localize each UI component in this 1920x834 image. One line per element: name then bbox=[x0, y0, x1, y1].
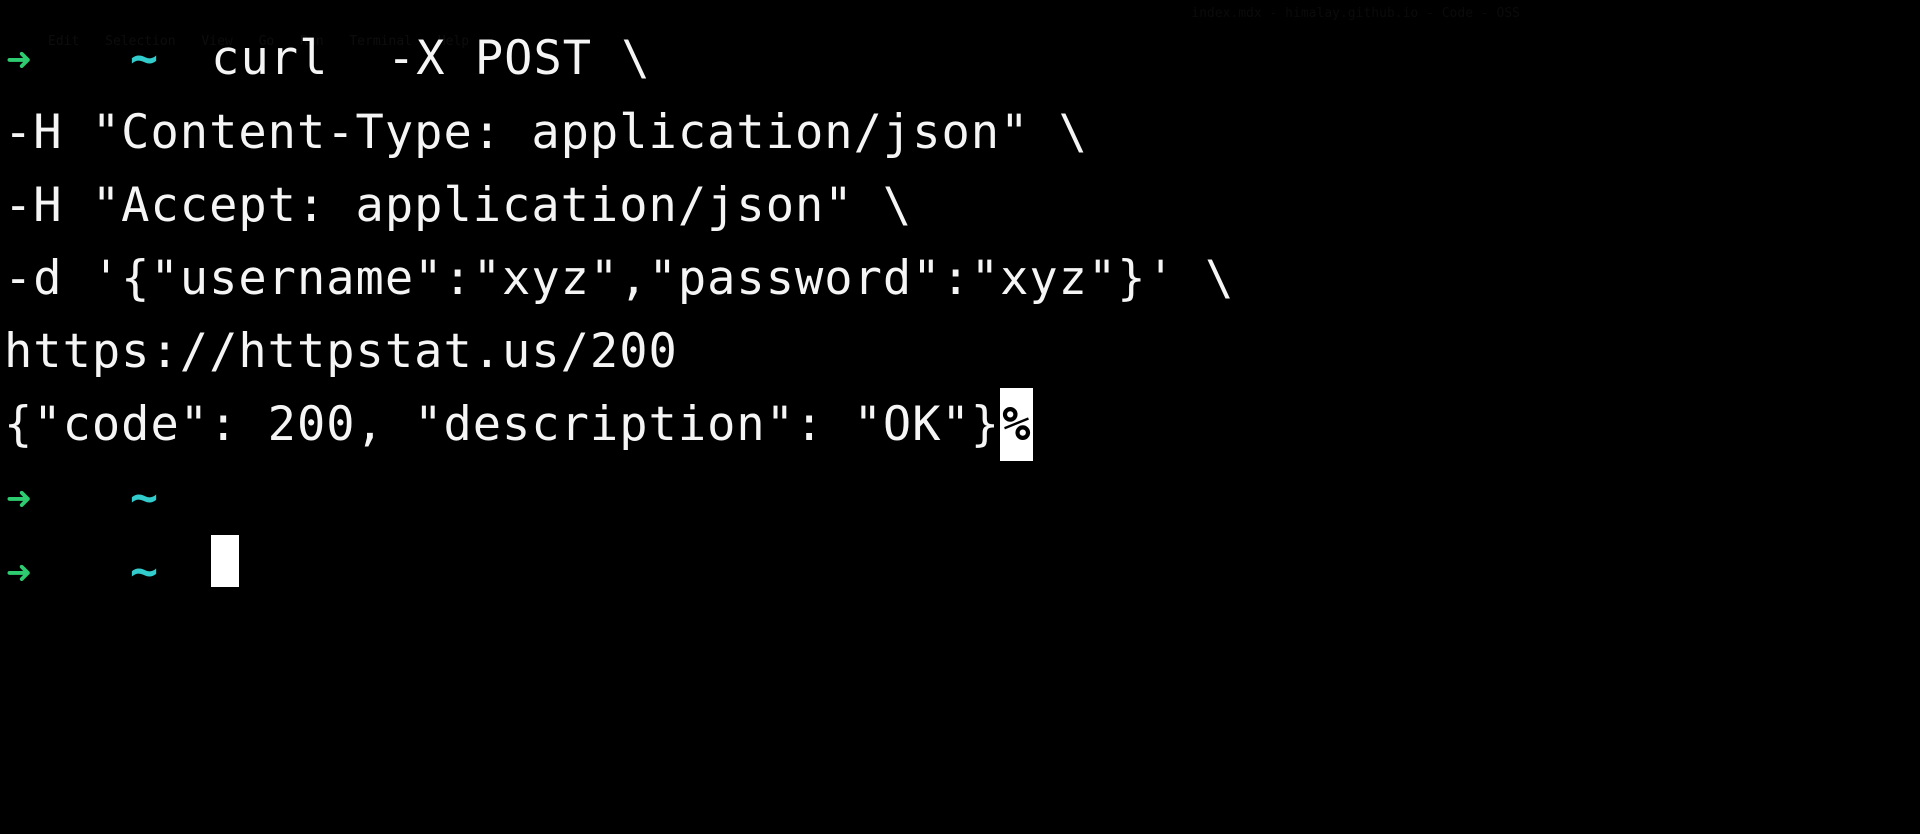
cmd-header-content-type: -H "Content-Type: application/json" \ bbox=[4, 105, 1088, 160]
prompt-arrow-icon: ➜ bbox=[0, 462, 42, 535]
terminal-line-empty-1: ➜ ~ bbox=[0, 461, 1920, 535]
terminal-line-cursor: ➜ ~ bbox=[0, 535, 1920, 609]
prompt-arrow-icon: ➜ bbox=[0, 536, 42, 609]
cmd-curl: curl -X POST \ bbox=[182, 22, 651, 95]
prompt-tilde: ~ bbox=[130, 535, 182, 608]
prompt-tilde: ~ bbox=[130, 22, 182, 95]
terminal-line-5: https://httpstat.us/200 bbox=[0, 315, 1920, 388]
cmd-url: https://httpstat.us/200 bbox=[4, 324, 678, 379]
terminal-line-3: -H "Accept: application/json" \ bbox=[0, 169, 1920, 242]
terminal-line-1: ➜ ~ curl -X POST \ bbox=[0, 22, 1920, 96]
terminal-line-response: {"code": 200, "description": "OK"}% bbox=[0, 388, 1920, 461]
response-body: {"code": 200, "description": "OK"} bbox=[4, 397, 1000, 452]
terminal-panel[interactable]: ➜ ~ curl -X POST \ -H "Content-Type: app… bbox=[0, 0, 1920, 609]
terminal-line-4: -d '{"username":"xyz","password":"xyz"}'… bbox=[0, 242, 1920, 315]
prompt-arrow-icon: ➜ bbox=[0, 23, 42, 96]
cmd-header-accept: -H "Accept: application/json" \ bbox=[4, 178, 912, 233]
prompt-tilde: ~ bbox=[130, 461, 182, 534]
terminal-cursor bbox=[211, 535, 239, 587]
terminal-line-2: -H "Content-Type: application/json" \ bbox=[0, 96, 1920, 169]
cmd-data-body: -d '{"username":"xyz","password":"xyz"}'… bbox=[4, 251, 1234, 306]
trailing-percent-icon: % bbox=[1000, 388, 1033, 461]
